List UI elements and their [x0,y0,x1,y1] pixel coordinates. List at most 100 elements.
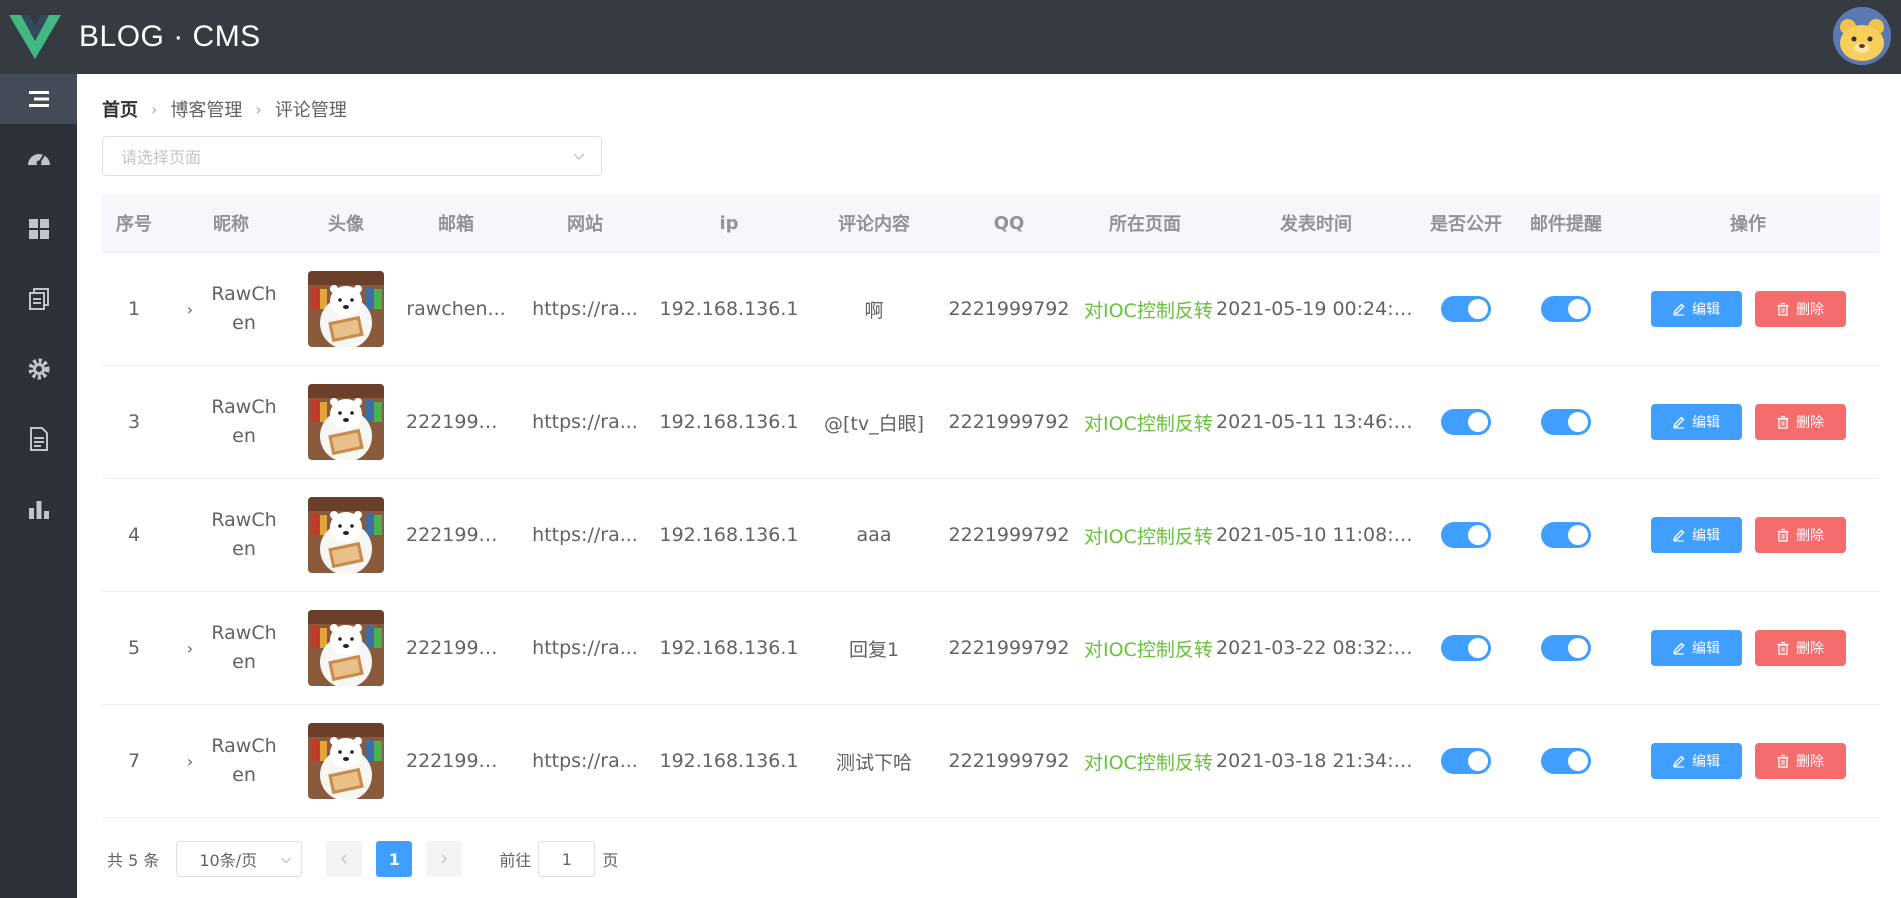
table-header: 序号 昵称 头像 邮箱 网站 ip 评论内容 QQ 所在页面 发表时间 是否公开… [102,194,1880,253]
cell-id: 3 [127,411,141,433]
email-notice-toggle[interactable] [1541,409,1591,435]
polar-bear-avatar-icon [308,723,384,799]
menu-toggle-icon [28,91,49,107]
chevron-right-icon: › [255,99,262,119]
cell-actions: 编辑 删除 [1616,517,1880,553]
cell-qq: 2221999792 [948,411,1070,433]
public-toggle[interactable] [1441,409,1491,435]
user-avatar[interactable] [1833,7,1891,65]
breadcrumb-comment-management: 评论管理 [274,100,347,121]
edit-button[interactable]: 编辑 [1650,630,1742,666]
cell-avatar [296,610,396,686]
column-header-avatar: 头像 [328,214,364,235]
cell-page-link[interactable]: 对IOC控制反转 [1074,522,1216,549]
table-row: 4 RawChen 22219997... https://ra... 192.… [102,479,1880,592]
goto-suffix: 页 [602,851,619,870]
trash-icon [1777,302,1789,316]
sidebar-item-copy[interactable] [0,264,77,334]
trash-icon [1777,415,1789,429]
public-toggle[interactable] [1441,635,1491,661]
cell-avatar [296,384,396,460]
delete-button[interactable]: 删除 [1754,404,1846,440]
sidebar-item-dashboard[interactable] [0,124,77,194]
sidebar-item-chart[interactable] [0,474,77,544]
delete-button[interactable]: 删除 [1754,630,1846,666]
edit-button[interactable]: 编辑 [1650,291,1742,327]
cell-ip: 192.168.136.1 [659,637,799,659]
cell-public [1416,748,1516,774]
cell-ip: 192.168.136.1 [659,750,799,772]
cell-content: 啊 [864,299,884,322]
cell-time: 2021-05-19 00:24:13 [1216,298,1416,320]
cell-email: 22219997... [406,637,516,659]
column-header-qq: QQ [993,212,1025,234]
cell-email: 22219997... [406,750,516,772]
trash-icon [1777,641,1789,655]
nickname-text: RawChen [211,396,277,447]
dashboard-icon [27,154,50,166]
public-toggle[interactable] [1441,522,1491,548]
expand-row-icon[interactable]: › [183,300,197,319]
breadcrumb-home[interactable]: 首页 [102,96,138,122]
email-notice-toggle[interactable] [1541,522,1591,548]
cell-page-link[interactable]: 对IOC控制反转 [1074,635,1216,662]
page-number-current[interactable]: 1 [376,841,413,877]
edit-button[interactable]: 编辑 [1650,517,1742,553]
top-header: BLOG · CMS [0,0,1901,74]
pencil-icon [1672,529,1685,542]
sidebar-toggle[interactable] [0,74,77,124]
breadcrumb-blog-management: 博客管理 [170,100,243,121]
delete-button[interactable]: 删除 [1754,517,1846,553]
polar-bear-avatar-icon [308,610,384,686]
edit-button[interactable]: 编辑 [1650,743,1742,779]
delete-button[interactable]: 删除 [1754,291,1846,327]
goto-page-input[interactable]: 1 [538,841,596,877]
page-select[interactable]: 请选择页面 [102,136,602,176]
column-header-ip: ip [719,212,739,234]
cell-page-link[interactable]: 对IOC控制反转 [1074,409,1216,436]
page-size-select[interactable]: 10条/页 [176,841,303,877]
cell-qq: 2221999792 [948,298,1070,320]
delete-button[interactable]: 删除 [1754,743,1846,779]
cell-website: https://ra... [532,524,638,546]
email-notice-toggle[interactable] [1541,635,1591,661]
breadcrumb: 首页 › 博客管理 › 评论管理 [102,96,347,122]
email-notice-toggle[interactable] [1541,296,1591,322]
public-toggle[interactable] [1441,296,1491,322]
expand-row-icon[interactable]: › [183,752,197,771]
main-content: 首页 › 博客管理 › 评论管理 请选择页面 序号 昵称 头像 邮箱 网站 ip… [77,74,1901,898]
sidebar-item-grid[interactable] [0,194,77,264]
delete-label: 删除 [1796,641,1824,657]
column-header-id: 序号 [116,214,152,235]
app-title: BLOG · CMS [79,20,261,53]
cell-actions: 编辑 删除 [1616,404,1880,440]
column-header-actions: 操作 [1730,214,1766,235]
cell-actions: 编辑 删除 [1616,630,1880,666]
expand-row-icon[interactable]: › [183,639,197,658]
column-header-time: 发表时间 [1280,214,1352,235]
cell-qq: 2221999792 [948,637,1070,659]
polar-bear-avatar-icon [308,271,384,347]
comment-avatar [308,497,384,573]
edit-button[interactable]: 编辑 [1650,404,1742,440]
comment-avatar [308,610,384,686]
cell-content: 测试下哈 [835,751,912,774]
cell-email: 22219997... [406,411,516,433]
sidebar-item-settings[interactable] [0,334,77,404]
polar-bear-avatar-icon [308,384,384,460]
cell-page-link[interactable]: 对IOC控制反转 [1074,296,1216,323]
cell-public [1416,522,1516,548]
email-notice-toggle[interactable] [1541,748,1591,774]
cell-page-link[interactable]: 对IOC控制反转 [1074,748,1216,775]
cell-email-notice [1516,522,1616,548]
edit-label: 编辑 [1692,754,1720,770]
prev-page-button[interactable] [326,841,363,877]
sidebar-item-document[interactable] [0,404,77,474]
cell-website: https://ra... [532,637,638,659]
next-page-button[interactable] [426,841,463,877]
public-toggle[interactable] [1441,748,1491,774]
cell-email: 22219997... [406,524,516,546]
table-row: 7 › RawChen 22219997... https://ra... 19… [102,705,1880,818]
cell-time: 2021-03-22 08:32:17 [1216,637,1416,659]
delete-label: 删除 [1796,528,1824,544]
